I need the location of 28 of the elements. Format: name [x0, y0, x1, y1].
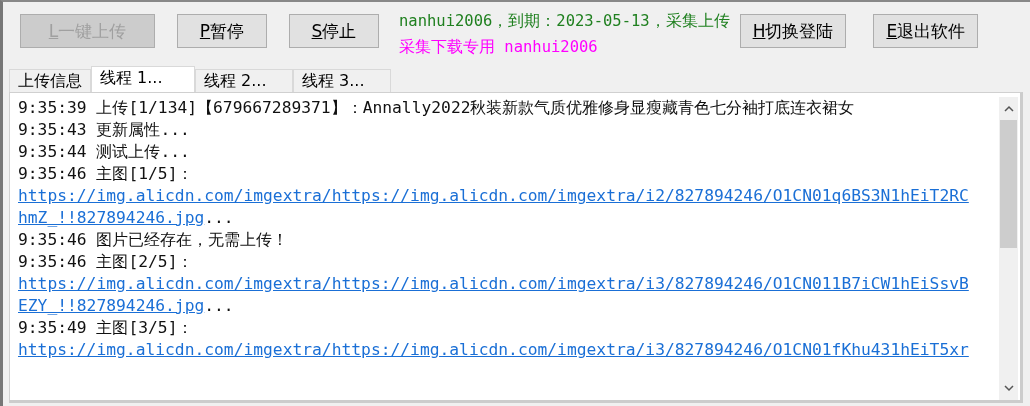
- tab[interactable]: 线程 1...: [91, 66, 195, 92]
- toolbar-button[interactable]: H切换登陆: [739, 14, 847, 48]
- log-line: 9:35:46 主图[1/5]：: [18, 163, 195, 185]
- account-info-text: nanhui2006，到期：2023-05-13，采集上传: [399, 11, 730, 32]
- toolbar-button[interactable]: E退出软件: [873, 14, 979, 48]
- ellipsis-text: ...: [204, 208, 234, 227]
- image-link[interactable]: https://img.alicdn.com/imgextra/https://img.alicdn.com/imgextra/i3/827894246/O1CN01fKhu431hEiT5xr: [18, 340, 969, 359]
- image-link[interactable]: https://img.alicdn.com/imgextra/https://img.alicdn.com/imgextra/i2/827894246/O1CN01q6BS3N1hEiT2RC: [18, 186, 969, 205]
- log-line: 9:35:44 测试上传...: [18, 141, 191, 163]
- account-info-text: 采集下载专用 nanhui2006: [399, 37, 599, 58]
- log-line: 9:35:49 主图[3/5]：: [18, 317, 195, 339]
- scroll-up-icon[interactable]: [1003, 105, 1014, 112]
- log-line: 9:35:39 上传[1/134]【679667289371】：Annally2022秋装新款气质优雅修身显瘦藏青色七分袖打底连衣裙女: [18, 97, 856, 119]
- image-link[interactable]: EZY_!!827894246.jpg: [18, 296, 205, 315]
- ellipsis-text: ...: [204, 296, 234, 315]
- toolbar-button[interactable]: S停止: [289, 14, 379, 48]
- image-link[interactable]: https://img.alicdn.com/imgextra/https://img.alicdn.com/imgextra/i3/827894246/O1CN011B7iCW1hEiSsvB: [18, 274, 969, 293]
- log-line: 9:35:46 主图[2/5]：: [18, 251, 195, 273]
- tab[interactable]: 线程 3...: [293, 69, 391, 92]
- log-line: 9:35:43 更新属性...: [18, 119, 191, 141]
- tab[interactable]: 上传信息: [9, 69, 91, 92]
- scrollbar-thumb[interactable]: [1000, 120, 1017, 248]
- log-line: 9:35:46 图片已经存在，无需上传！: [18, 229, 290, 251]
- toolbar-button[interactable]: P暂停: [177, 14, 267, 48]
- scrollbar[interactable]: [999, 97, 1018, 400]
- image-link[interactable]: hmZ_!!827894246.jpg: [18, 208, 205, 227]
- scroll-down-icon[interactable]: [1003, 385, 1014, 392]
- tab[interactable]: 线程 2...: [195, 69, 293, 92]
